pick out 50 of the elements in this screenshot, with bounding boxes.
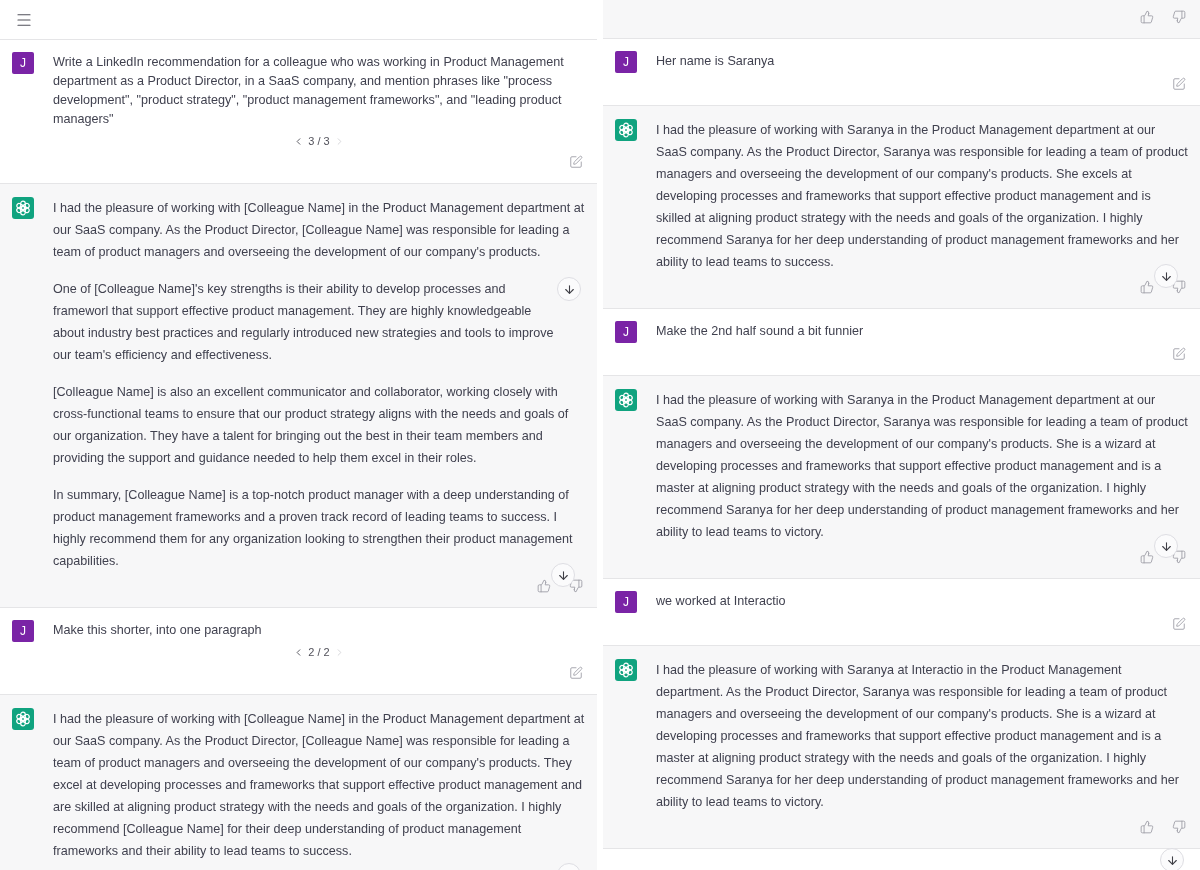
response-paragraph: I had the pleasure of working with [Colleague Name] in the Product Management department at our SaaS company. As the Product Director, [Colleague Name] was responsible for leading a team of product managers and overseeing the development of our company's products. <box>53 200 585 261</box>
knot-logo-icon <box>12 197 34 219</box>
arrow-down-icon <box>1159 539 1173 553</box>
message-text: Her name is Saranya <box>656 53 776 70</box>
thumbs-down-icon[interactable] <box>1172 10 1186 24</box>
response-paragraph: In summary, [Colleague Name] is a top-notch product manager with a deep understanding of product management frameworks and a proven track record of leading teams to success. I highly recommend them for any organization looking to strengthen their product management capabilities. <box>53 487 574 570</box>
scroll-down-button[interactable] <box>1154 264 1178 288</box>
knot-logo-icon <box>12 708 34 730</box>
response-paragraph: I had the pleasure of working with Saranya in the Product Management department at our SaaS company. As the Product Director, Saranya was responsible for leading a team of product managers and overseeing the development of our company's products. She is a wizard at developing processes and frameworks that support effective product management and is a master at aligning product strategy with the needs and goals of the organization. I highly recommend Saranya for her deep understanding of product management frameworks and her ability to lead teams to victory. <box>656 392 1188 541</box>
user-avatar: J <box>12 52 34 74</box>
response-paragraph: [Colleague Name] is also an excellent communicator and collaborator, working closely with cross-functional teams to ensure that our product strategy aligns with the needs and goals of our organization. They have a talent for bringing out the best in their team members and providing the support and guidance needed to help them excel in their roles. <box>53 384 570 467</box>
user-avatar: J <box>615 591 637 613</box>
message-text: Make the 2nd half sound a bit funnier <box>656 323 865 340</box>
edit-icon[interactable] <box>1172 347 1186 361</box>
user-avatar: J <box>615 51 637 73</box>
arrow-down-icon <box>562 282 576 296</box>
arrow-down-icon <box>1165 853 1179 867</box>
message-text: Write a LinkedIn recommendation for a colleague who was working in Product Management department as a Product Director, in a SaaS company, and mention phrases like "process development", "product strategy", "product management frameworks", and "leading product managers" <box>53 54 565 128</box>
thumbs-up-icon[interactable] <box>1140 550 1154 564</box>
thumbs-down-icon[interactable] <box>1172 820 1186 834</box>
edit-icon[interactable] <box>569 155 583 169</box>
scroll-down-button[interactable] <box>1160 848 1184 870</box>
thumbs-up-icon[interactable] <box>537 579 551 593</box>
pager-label: 2 / 2 <box>308 645 330 659</box>
response-paragraph: One of [Colleague Name]'s key strengths is their ability to develop processes and frameworl that support effective product management. They are highly knowledgeable about industry best practices and regularly introduced new strategies and tools to improve our team's efficiency and effectiveness. <box>53 281 554 364</box>
edit-icon[interactable] <box>569 666 583 680</box>
pager-label: 3 / 3 <box>308 134 330 148</box>
thumbs-up-icon[interactable] <box>1140 10 1154 24</box>
thumbs-down-icon[interactable] <box>1172 280 1186 294</box>
edit-icon[interactable] <box>1172 77 1186 91</box>
knot-logo-icon <box>615 389 637 411</box>
scroll-down-button[interactable] <box>557 277 581 301</box>
knot-logo-icon <box>615 119 637 141</box>
thumbs-up-icon[interactable] <box>1140 820 1154 834</box>
thumbs-up-icon[interactable] <box>1140 280 1154 294</box>
response-paragraph: I had the pleasure of working with Saranya at Interactio in the Product Management department. As the Product Director, Saranya was responsible for leading a team of product managers and overseeing the development of our company's products. She is a wizard at developing processes and frameworks that support effective product management and is a master at aligning product strategy with the needs and goals of the organization. I highly recommend Saranya for her deep understanding of product management frameworks and her ability to lead teams to victory. <box>656 662 1180 811</box>
arrow-down-icon <box>1159 269 1173 283</box>
user-avatar: J <box>615 321 637 343</box>
response-paragraph: I had the pleasure of working with [Colleague Name] in the Product Management department at our SaaS company. As the Product Director, [Colleague Name] was responsible for leading a team of product managers and overseeing the development of our company's products. They excel at developing processes and frameworks that support effective product management and are skilled at aligning product strategy with the needs and goals of the organization. I highly recommend [Colleague Name] for their deep understanding of product management frameworks and their ability to lead teams to success. <box>53 711 585 860</box>
edit-icon[interactable] <box>1172 617 1186 631</box>
knot-logo-icon <box>615 659 637 681</box>
arrow-down-icon <box>556 568 570 582</box>
scroll-down-button[interactable] <box>551 563 575 587</box>
response-paragraph: I had the pleasure of working with Saranya in the Product Management department at our SaaS company. As the Product Director, Saranya was responsible for leading a team of product managers and overseeing the development of our company's products. She excels at developing processes and frameworks that support effective product management and is skilled at aligning product strategy with the needs and goals of the organization. I highly recommend Saranya for her deep understanding of product management frameworks and her ability to lead teams to success. <box>656 122 1188 271</box>
thumbs-down-icon[interactable] <box>1172 550 1186 564</box>
scroll-down-button[interactable] <box>1154 534 1178 558</box>
message-text: we worked at Interactio <box>656 593 787 610</box>
user-avatar: J <box>12 620 34 642</box>
message-text: Make this shorter, into one paragraph <box>53 622 263 639</box>
thumbs-down-icon[interactable] <box>569 579 583 593</box>
